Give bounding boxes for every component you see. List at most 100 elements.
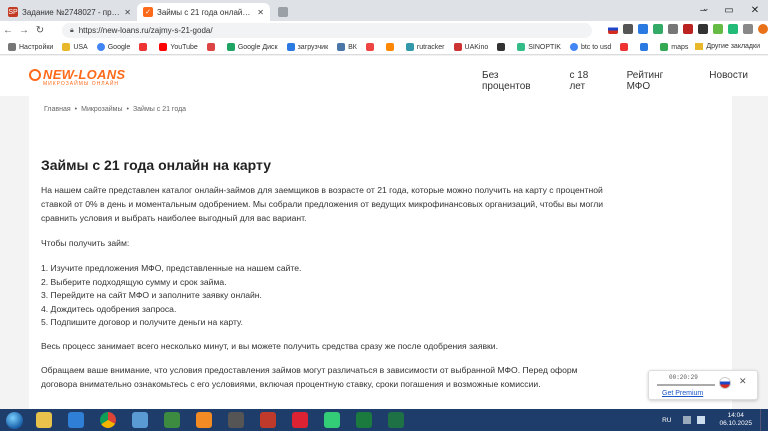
article-card: Главная • Микрозаймы • Займы с 21 года	[29, 96, 732, 409]
bookmark-rutracker[interactable]: rutracker	[405, 43, 445, 51]
back-icon[interactable]: ←	[0, 25, 16, 36]
note-line-2: договора внимательно ознакомьтесь с его …	[41, 379, 541, 389]
tab-favicon	[278, 7, 288, 17]
taskbar-app[interactable]	[188, 409, 220, 431]
taskbar-explorer[interactable]	[28, 409, 60, 431]
bookmark-uakino[interactable]: UAKino	[453, 43, 488, 51]
taskbar-app[interactable]	[284, 409, 316, 431]
clock[interactable]: 14:04 06.10.2025	[719, 412, 752, 428]
chrome-icon	[100, 412, 116, 428]
bookmark-btc[interactable]: btc to usd	[569, 43, 611, 51]
other-bookmarks[interactable]: Другие закладки	[695, 43, 760, 50]
breadcrumb-microloans[interactable]: Микрозаймы	[81, 106, 122, 113]
taskbar-excel[interactable]	[380, 409, 412, 431]
system-tray: RU 14:04 06.10.2025	[662, 409, 768, 431]
taskbar-app[interactable]	[316, 409, 348, 431]
app-icon	[260, 412, 276, 428]
extension-icon[interactable]	[638, 24, 648, 34]
bookmark-downloader[interactable]: загрузчик	[286, 43, 328, 51]
nav-mfo-rating[interactable]: Рейтинг МФО	[627, 70, 690, 92]
tab-active[interactable]: ✓ Займы с 21 года онлайн на карту ✕	[137, 3, 270, 21]
bookmark-youtube[interactable]: YouTube	[159, 43, 198, 51]
taskbar-app[interactable]	[220, 409, 252, 431]
volume-icon[interactable]	[697, 416, 706, 424]
nav-news[interactable]: Новости	[709, 70, 748, 92]
tray-icon[interactable]	[683, 416, 692, 424]
breadcrumb: Главная • Микрозаймы • Займы с 21 года	[44, 106, 187, 113]
bookmark-icon[interactable]	[385, 43, 397, 51]
start-button[interactable]	[0, 409, 28, 431]
extension-icon[interactable]	[713, 24, 723, 34]
nav-no-interest[interactable]: Без процентов	[482, 70, 549, 92]
reload-icon[interactable]: ↻	[32, 25, 48, 36]
extension-icon[interactable]	[653, 24, 663, 34]
bookmark-vk[interactable]: ВК	[337, 43, 357, 51]
minimize-icon[interactable]: –	[690, 0, 716, 21]
show-desktop-button[interactable]	[760, 409, 768, 431]
close-icon[interactable]: ✕	[739, 376, 747, 387]
bookmark-icon[interactable]	[640, 43, 651, 51]
site-logo[interactable]: NEW-LOANS МИКРОЗАЙМЫ ОНЛАЙН	[29, 67, 125, 87]
bookmark-icon[interactable]	[365, 43, 377, 51]
bookmark-icon[interactable]	[497, 43, 508, 51]
close-window-icon[interactable]: ✕	[742, 0, 768, 21]
tab-title: Займы с 21 года онлайн на карту	[157, 7, 254, 17]
maximize-icon[interactable]: ▭	[716, 0, 742, 21]
taskbar-app[interactable]	[124, 409, 156, 431]
list-item: 3. Перейдите на сайт МФО и заполните зая…	[41, 290, 262, 300]
bookmark-google-drive[interactable]: Google Диск	[226, 43, 278, 51]
extension-icon[interactable]	[668, 24, 678, 34]
forward-icon[interactable]: →	[16, 25, 32, 36]
window-controls: – ▭ ✕	[690, 0, 768, 21]
note-line-1: Обращаем ваше внимание, что условия пред…	[41, 365, 578, 375]
taskbar-chrome[interactable]	[92, 409, 124, 431]
extension-icon[interactable]	[683, 24, 693, 34]
extension-icon[interactable]	[698, 24, 708, 34]
bookmark-icon[interactable]	[620, 43, 631, 51]
steps-lead: Чтобы получить займ:	[41, 238, 130, 248]
taskbar-app[interactable]	[252, 409, 284, 431]
progress-bar	[657, 384, 715, 386]
avatar[interactable]	[758, 24, 768, 34]
lock-icon[interactable]: 🔒︎	[70, 27, 74, 35]
extension-icon[interactable]	[623, 24, 633, 34]
app-icon	[356, 412, 372, 428]
bookmark-icon[interactable]	[139, 43, 150, 51]
app-icon	[196, 412, 212, 428]
app-icon	[292, 412, 308, 428]
app-icon	[132, 412, 148, 428]
flag-extension-icon[interactable]	[608, 24, 618, 34]
bookmark-maps[interactable]: maps	[660, 43, 688, 51]
taskbar-app[interactable]	[348, 409, 380, 431]
address-bar[interactable]: 🔒︎ https://new-loans.ru/zajmy-s-21-goda/	[62, 23, 592, 38]
tab-favicon: ✓	[143, 7, 153, 17]
bookmark-sinoptik[interactable]: SINOPTIK	[517, 43, 561, 51]
language-indicator[interactable]: RU	[662, 417, 671, 424]
puzzle-icon[interactable]	[743, 24, 753, 34]
breadcrumb-current: Займы с 21 года	[132, 106, 187, 113]
list-item: 1. Изучите предложения МФО, представленн…	[41, 263, 302, 273]
extension-icon[interactable]	[728, 24, 738, 34]
nav-from-18[interactable]: с 18 лет	[569, 70, 606, 92]
bookmark-settings[interactable]: Настройки	[8, 43, 53, 51]
taskbar-app[interactable]	[60, 409, 92, 431]
list-item: 5. Подпишите договор и получите деньги н…	[41, 317, 243, 327]
folder-icon	[36, 412, 52, 428]
flag-icon[interactable]	[719, 377, 731, 389]
taskbar-app[interactable]	[156, 409, 188, 431]
bookmark-gmail[interactable]	[206, 43, 218, 51]
breadcrumb-home[interactable]: Главная	[44, 106, 71, 113]
bookmark-usa[interactable]: USA	[62, 43, 88, 51]
intro-line-1: На нашем сайте представлен каталог онлай…	[41, 185, 603, 195]
bookmark-google[interactable]: Google	[96, 43, 130, 51]
close-icon[interactable]: ✕	[124, 8, 131, 17]
get-premium-link[interactable]: Get Premium	[662, 390, 703, 397]
tab-title: Задание №2748027 - просмотр з	[22, 7, 121, 17]
tab-blank[interactable]	[272, 3, 292, 21]
tab-task[interactable]: SP Задание №2748027 - просмотр з ✕	[2, 3, 137, 21]
intro-line-3: сравнить условия и выбрать наиболее выго…	[41, 213, 307, 223]
close-icon[interactable]: ✕	[257, 8, 264, 17]
app-icon	[68, 412, 84, 428]
timer-text: 00:20:29	[669, 374, 698, 381]
taskbar: RU 14:04 06.10.2025	[0, 409, 768, 431]
